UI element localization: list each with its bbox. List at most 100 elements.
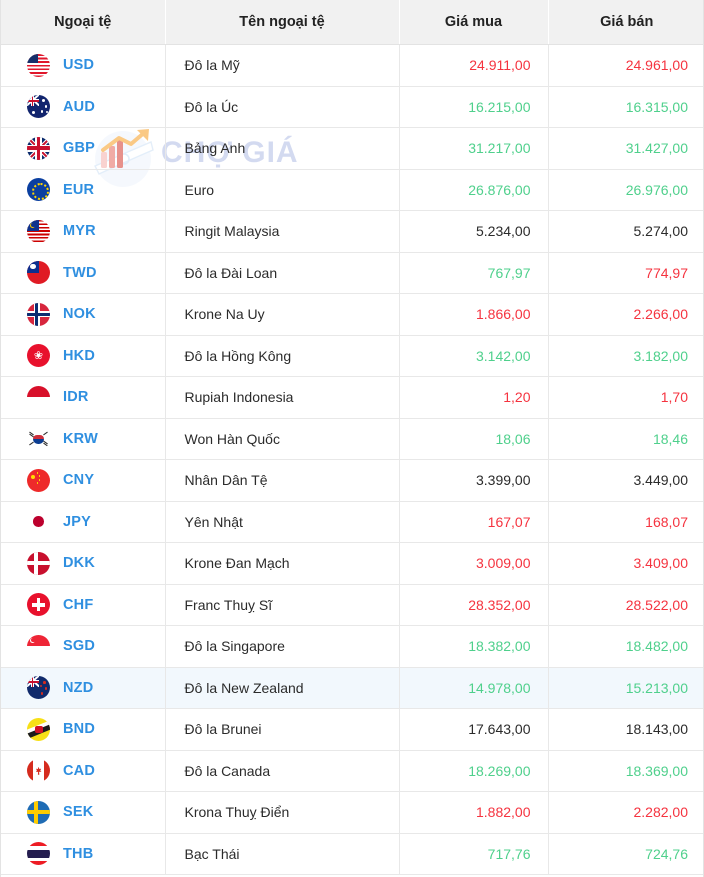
table-row[interactable]: GBP Bảng Anh31.217,0031.427,00 (1, 128, 704, 170)
table-row[interactable]: JPYYên Nhật167,07168,07 (1, 501, 704, 543)
table-row[interactable]: ❀HKDĐô la Hồng Kông3.142,003.182,00 (1, 335, 704, 377)
table-row[interactable]: CHFFranc Thuỵ Sĩ28.352,0028.522,00 (1, 584, 704, 626)
sell-price-cell: 16.315,00 (548, 86, 704, 128)
currency-code-cell[interactable]: ❀HKD (1, 335, 165, 377)
currency-name-cell: Bạc Thái (165, 833, 399, 875)
buy-price-cell: 767,97 (399, 252, 548, 294)
currency-name-cell: Won Hàn Quốc (165, 418, 399, 460)
table-row[interactable]: MYRRingit Malaysia5.234,005.274,00 (1, 211, 704, 253)
table-row[interactable]: NZDĐô la New Zealand14.978,0015.213,00 (1, 667, 704, 709)
table-row[interactable]: KRWWon Hàn Quốc18,0618,46 (1, 418, 704, 460)
table-row[interactable]: AUDĐô la Úc16.215,0016.315,00 (1, 86, 704, 128)
currency-code-cell[interactable]: IDR (1, 377, 165, 419)
buy-price-cell: 5.234,00 (399, 211, 548, 253)
currency-code-label: AUD (63, 99, 95, 115)
currency-code-cell[interactable]: MYR (1, 211, 165, 253)
currency-code-cell[interactable]: NZD (1, 667, 165, 709)
th-flag-icon (27, 842, 50, 865)
currency-name-cell: Bảng Anh (165, 128, 399, 170)
currency-code-cell[interactable]: GBP (1, 128, 165, 170)
currency-name-cell: Đô la Brunei (165, 709, 399, 751)
au-flag-icon (27, 95, 50, 118)
currency-code-label: NOK (63, 306, 96, 322)
sell-price-cell: 18.369,00 (548, 750, 704, 792)
currency-name-cell: Đô la Singapore (165, 626, 399, 668)
sell-price-cell: 168,07 (548, 501, 704, 543)
currency-code-label: BND (63, 721, 95, 737)
se-flag-icon (27, 801, 50, 824)
currency-name-cell: Euro (165, 169, 399, 211)
table-header: Ngoại tệ Tên ngoại tệ Giá mua Giá bán (1, 0, 704, 45)
id-flag-icon (27, 386, 50, 409)
currency-code-label: IDR (63, 389, 89, 405)
currency-name-cell: Krona Thuỵ Điển (165, 792, 399, 834)
nz-flag-icon (27, 676, 50, 699)
buy-price-cell: 14.978,00 (399, 667, 548, 709)
currency-code-cell[interactable]: SEK (1, 792, 165, 834)
sell-price-cell: 774,97 (548, 252, 704, 294)
header-row: Ngoại tệ Tên ngoại tệ Giá mua Giá bán (1, 0, 704, 45)
sell-price-cell: 15.213,00 (548, 667, 704, 709)
currency-code-cell[interactable]: USD (1, 45, 165, 87)
currency-code-cell[interactable]: CAD (1, 750, 165, 792)
table-row[interactable]: TWDĐô la Đài Loan767,97774,97 (1, 252, 704, 294)
currency-code-label: MYR (63, 223, 96, 239)
table-row[interactable]: DKKKrone Đan Mạch3.009,003.409,00 (1, 543, 704, 585)
cn-flag-icon (27, 469, 50, 492)
currency-code-cell[interactable]: CNY (1, 460, 165, 502)
table-row[interactable]: CNYNhân Dân Tệ3.399,003.449,00 (1, 460, 704, 502)
currency-code-cell[interactable]: DKK (1, 543, 165, 585)
currency-name-cell: Đô la Mỹ (165, 45, 399, 87)
currency-code-label: SGD (63, 638, 95, 654)
table-row[interactable]: USDĐô la Mỹ24.911,0024.961,00 (1, 45, 704, 87)
currency-code-cell[interactable]: JPY (1, 501, 165, 543)
currency-name-cell: Đô la Canada (165, 750, 399, 792)
buy-price-cell: 28.352,00 (399, 584, 548, 626)
currency-code-cell[interactable]: BND (1, 709, 165, 751)
currency-code-cell[interactable]: SGD (1, 626, 165, 668)
currency-code-label: GBP (63, 140, 95, 156)
currency-name-cell: Đô la Hồng Kông (165, 335, 399, 377)
buy-price-cell: 3.399,00 (399, 460, 548, 502)
table-row[interactable]: IDRRupiah Indonesia1,201,70 (1, 377, 704, 419)
currency-code-cell[interactable]: THB (1, 833, 165, 875)
sell-price-cell: 28.522,00 (548, 584, 704, 626)
sell-price-cell: 31.427,00 (548, 128, 704, 170)
ca-flag-icon (27, 759, 50, 782)
currency-name-cell: Rupiah Indonesia (165, 377, 399, 419)
table-body: USDĐô la Mỹ24.911,0024.961,00AUDĐô la Úc… (1, 45, 704, 875)
currency-code-cell[interactable]: KRW (1, 418, 165, 460)
buy-price-cell: 31.217,00 (399, 128, 548, 170)
currency-code-label: USD (63, 57, 94, 73)
sell-price-cell: 5.274,00 (548, 211, 704, 253)
table-row[interactable]: CADĐô la Canada18.269,0018.369,00 (1, 750, 704, 792)
tw-flag-icon (27, 261, 50, 284)
sell-price-cell: 26.976,00 (548, 169, 704, 211)
table-row[interactable]: SEKKrona Thuỵ Điển1.882,002.282,00 (1, 792, 704, 834)
currency-code-cell[interactable]: CHF (1, 584, 165, 626)
table-row[interactable]: THBBạc Thái717,76724,76 (1, 833, 704, 875)
no-flag-icon (27, 303, 50, 326)
buy-price-cell: 3.009,00 (399, 543, 548, 585)
sell-price-cell: 18.482,00 (548, 626, 704, 668)
table-row[interactable]: SGDĐô la Singapore18.382,0018.482,00 (1, 626, 704, 668)
currency-name-cell: Đô la Úc (165, 86, 399, 128)
column-header-buy-price: Giá mua (399, 0, 548, 45)
buy-price-cell: 17.643,00 (399, 709, 548, 751)
table-row[interactable]: EUREuro26.876,0026.976,00 (1, 169, 704, 211)
currency-name-cell: Franc Thuỵ Sĩ (165, 584, 399, 626)
my-flag-icon (27, 220, 50, 243)
sell-price-cell: 1,70 (548, 377, 704, 419)
currency-code-cell[interactable]: EUR (1, 169, 165, 211)
table-row[interactable]: BND Đô la Brunei17.643,0018.143,00 (1, 709, 704, 751)
sell-price-cell: 18.143,00 (548, 709, 704, 751)
jp-flag-icon (27, 510, 50, 533)
currency-code-label: THB (63, 846, 93, 862)
currency-name-cell: Yên Nhật (165, 501, 399, 543)
table-row[interactable]: NOKKrone Na Uy1.866,002.266,00 (1, 294, 704, 336)
currency-code-cell[interactable]: TWD (1, 252, 165, 294)
currency-code-cell[interactable]: AUD (1, 86, 165, 128)
currency-code-label: SEK (63, 804, 93, 820)
currency-code-label: DKK (63, 555, 95, 571)
currency-code-cell[interactable]: NOK (1, 294, 165, 336)
